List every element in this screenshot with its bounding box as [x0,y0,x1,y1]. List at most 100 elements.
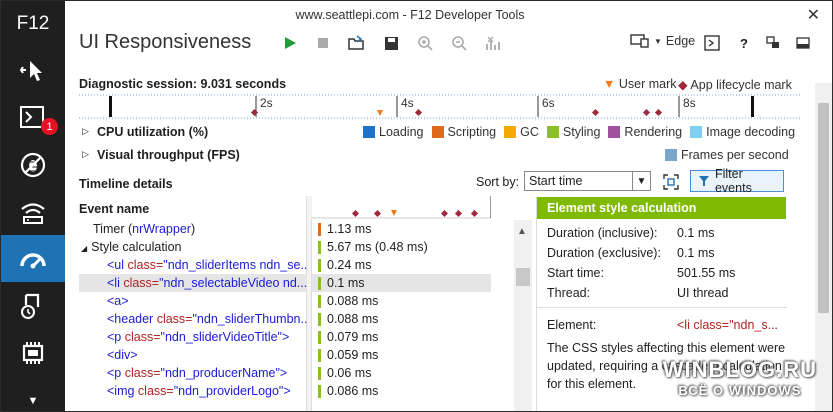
duration-row[interactable]: 1.13 ms [312,220,491,238]
app-mark[interactable] [654,108,663,117]
event-row[interactable]: <img class="ndn_providerLogo"> [79,382,307,400]
event-name-column-header[interactable]: Event name [79,202,149,216]
event-row[interactable]: Timer (nrWrapper) [79,220,307,238]
duration-row[interactable]: 0.1 ms [312,274,491,292]
event-tag: nrWrapper [132,222,191,236]
duration-row[interactable]: 0.088 ms [312,310,491,328]
event-row[interactable]: <div> [79,346,307,364]
duration-bar [318,259,321,272]
event-attr: class= [121,366,161,380]
event-row[interactable]: <p class="ndn_sliderVideoTitle"> [79,328,307,346]
detail-key: Start time: [547,266,604,280]
detail-value: UI thread [677,286,729,300]
session-ruler[interactable]: 2s 4s 6s 8s [79,93,801,119]
help-button[interactable]: ? [733,32,755,54]
duration-row[interactable]: 0.059 ms [312,346,491,364]
app-mark [351,209,360,218]
event-row[interactable]: <p class="ndn_producerName"> [79,364,307,382]
sidebar-item-ui-responsiveness[interactable] [1,235,65,282]
close-window-button[interactable]: ✕ [807,5,820,25]
duration-bar [318,241,321,254]
app-mark[interactable] [591,108,600,117]
zoom-out-button[interactable] [448,32,470,54]
cpu-utilization-label: CPU utilization (%) [97,125,209,139]
expand-cpu-icon[interactable]: ▷ [82,126,89,137]
selection-start-handle[interactable] [109,96,112,117]
play-icon [285,37,296,49]
stop-profiling-button[interactable] [312,32,334,54]
app-mark[interactable] [250,108,259,117]
user-mark[interactable] [377,110,383,116]
legend-swatch [363,126,375,138]
visual-throughput-row[interactable]: ▷ Visual throughput (FPS) Frames per sec… [65,148,832,166]
event-row[interactable]: ◢ Style calculation [79,238,307,256]
app-lifecycle-mark-icon: ◆ [678,78,688,92]
duration-value: 0.086 ms [327,384,379,398]
events-scrollbar[interactable]: ▲ [514,220,532,411]
reset-zoom-button[interactable] [482,32,504,54]
user-mark [391,210,397,216]
collapse-icon[interactable]: ◢ [81,244,87,253]
duration-bar [318,349,321,362]
duration-row[interactable]: 0.06 ms [312,364,491,382]
console-toggle-button[interactable] [701,32,723,54]
expand-fps-icon[interactable]: ▷ [82,149,89,160]
sidebar-item-console[interactable]: 1 [1,94,65,141]
dock-button[interactable] [792,32,814,54]
document-mode-dropdown[interactable]: ▼ Edge [630,34,695,48]
fit-selection-button[interactable] [660,171,682,193]
ruler-tick-4s: 4s [401,96,414,110]
app-mark[interactable] [642,108,651,117]
detail-value: 0.1 ms [677,226,715,240]
cpu-utilization-row[interactable]: ▷ CPU utilization (%) Loading Scripting GC… [65,125,832,143]
fps-legend-label: Frames per second [681,148,789,162]
event-tag: <header [107,312,154,326]
sidebar-more-chevron-icon[interactable]: ▼ [1,395,65,407]
zoom-in-button[interactable] [414,32,436,54]
export-session-button[interactable] [380,32,402,54]
event-val: "ndn_sliderThumbn... [192,312,308,326]
event-val: "ndn_sliderItems ndn_se... [163,258,307,272]
element-value-link[interactable]: <li class="ndn_s... [677,318,778,332]
undock-button[interactable] [762,32,784,54]
scroll-up-icon[interactable]: ▲ [517,226,527,237]
toolbar: UI Responsiveness ▼ Edge ? [65,29,832,57]
duration-row[interactable]: 0.088 ms [312,292,491,310]
event-row[interactable]: <ul class="ndn_sliderItems ndn_se... [79,256,307,274]
event-row[interactable]: <li class="ndn_selectableVideo nd... [79,274,307,292]
sidebar-item-profiler[interactable] [1,282,65,329]
sidebar-item-dom-explorer[interactable] [1,47,65,94]
start-profiling-button[interactable] [279,32,301,54]
duration-value: 0.079 ms [327,330,379,344]
duration-value: 0.088 ms [327,294,379,308]
duration-row[interactable]: 5.67 ms (0.48 ms) [312,238,491,256]
sidebar-item-memory[interactable] [1,329,65,376]
event-val: "ndn_selectableVideo nd... [159,276,307,290]
f12-logo: F12 [16,13,50,34]
duration-row[interactable]: 0.079 ms [312,328,491,346]
cpu-legend-item: Styling [546,125,600,139]
event-row[interactable]: <header class="ndn_sliderThumbn... [79,310,307,328]
user-mark-legend: ▼ User mark [603,77,677,91]
sidebar-item-debugger[interactable] [1,141,65,188]
bug-icon [20,152,46,177]
filter-events-button[interactable]: Filter events [690,167,784,195]
event-attr: class= [134,384,174,398]
event-tag: <p [107,330,122,344]
app-mark[interactable] [414,108,423,117]
sort-by-select[interactable]: Start time ▼ [524,171,651,191]
event-list: Timer (nrWrapper) ◢ Style calculation <ul c… [79,220,307,412]
import-session-button[interactable] [346,32,368,54]
event-attr: class= [119,276,160,290]
events-scrollbar-thumb[interactable] [516,268,530,286]
duration-row[interactable]: 0.24 ms [312,256,491,274]
event-row[interactable]: <a> [79,292,307,310]
duration-row[interactable]: 0.086 ms [312,382,491,400]
ruler-tick-2s: 2s [260,96,273,110]
selection-end-handle[interactable] [751,96,754,117]
sidebar-item-network[interactable] [1,188,65,235]
save-icon [384,36,398,50]
folder-open-icon [348,35,364,50]
app-mark-legend: ◆ App lifecycle mark [678,77,792,92]
main-panel: www.seattlepi.com - F12 Developer Tools … [65,1,832,411]
